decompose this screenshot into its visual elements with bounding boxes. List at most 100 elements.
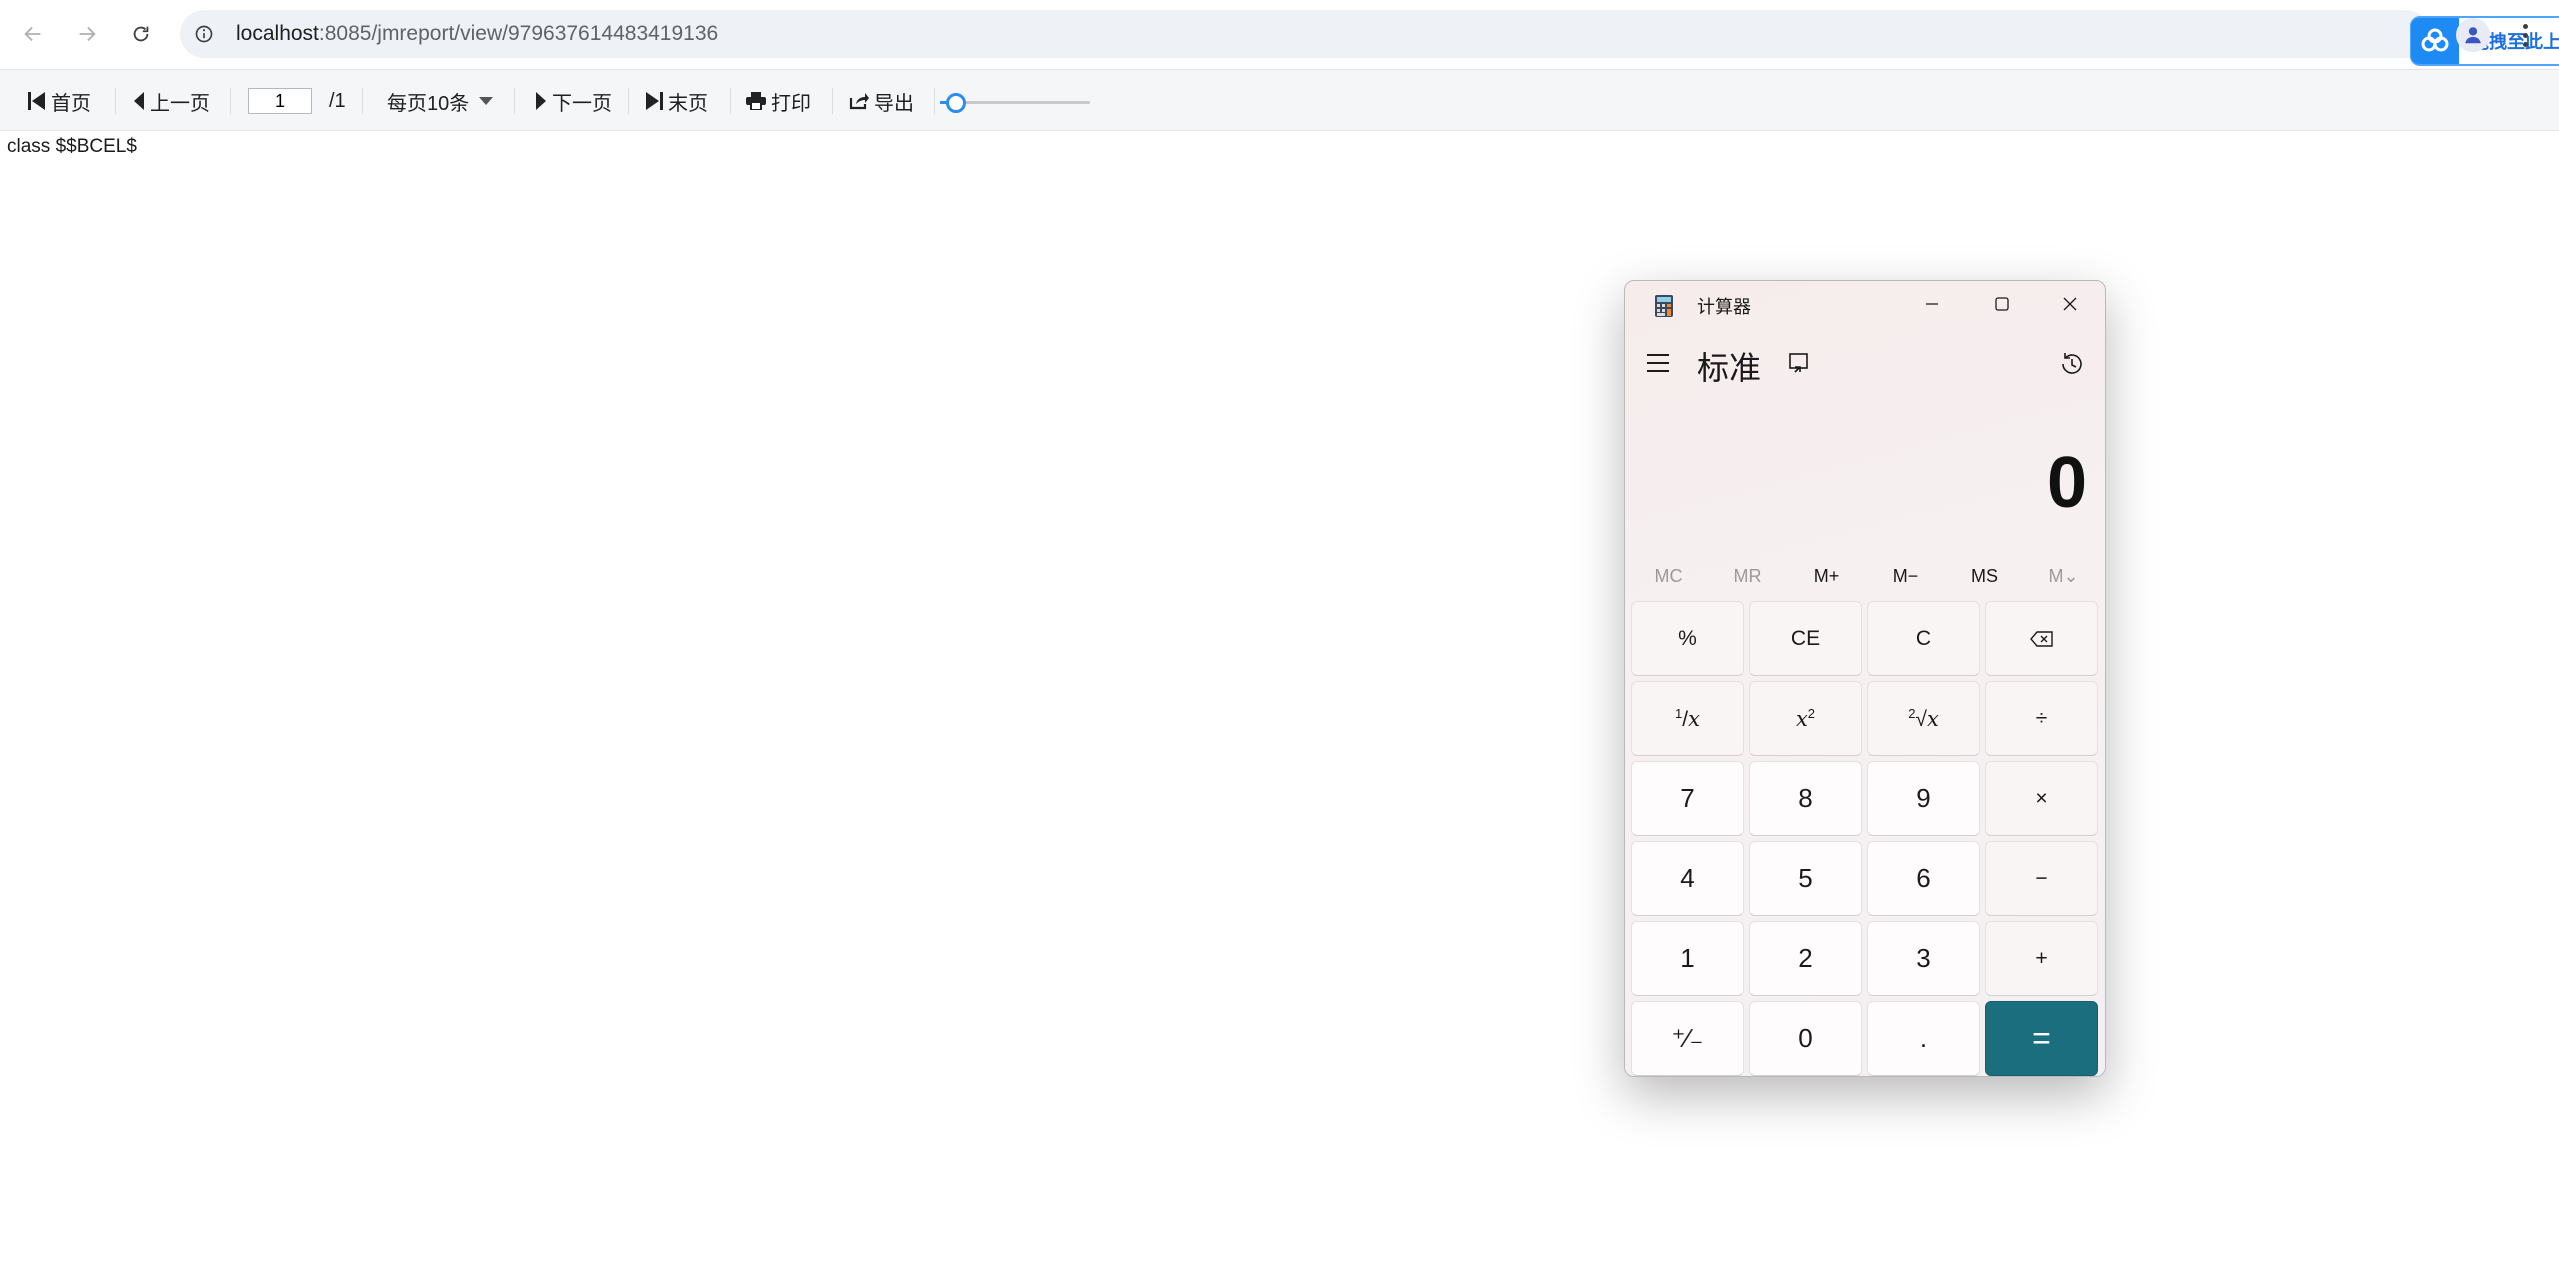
plus-key[interactable]: +	[1985, 921, 2098, 996]
page-size-dropdown[interactable]: 每页10条	[387, 86, 498, 116]
back-button[interactable]	[15, 16, 51, 52]
square-symbol: x2	[1795, 705, 1816, 731]
maximize-icon	[1995, 297, 2009, 311]
zoom-slider-handle[interactable]	[945, 93, 966, 113]
hamburger-menu-icon[interactable]	[1647, 351, 1673, 375]
url-text[interactable]: localhost:8085/jmreport/view/97963761448…	[236, 22, 718, 46]
cloud-icon	[2411, 18, 2459, 64]
negate-key[interactable]: ⁺∕₋	[1631, 1001, 1744, 1076]
reciprocal-key[interactable]: 1/x	[1631, 681, 1744, 756]
calculator-titlebar[interactable]: 计算器	[1625, 281, 2105, 327]
caret-left-icon	[133, 91, 145, 111]
page-size-label: 每页10条	[387, 92, 470, 115]
digit-8-key[interactable]: 8	[1749, 761, 1862, 836]
decimal-key[interactable]: .	[1867, 1001, 1980, 1076]
square-root-symbol: 2√x	[1908, 705, 1939, 731]
minimize-button[interactable]	[1897, 281, 1967, 327]
toolbar-divider	[934, 88, 935, 114]
export-button[interactable]: 导出	[849, 86, 914, 116]
percent-key[interactable]: %	[1631, 601, 1744, 676]
report-content-text: class $$BCEL$	[7, 136, 137, 157]
export-label: 导出	[874, 92, 914, 115]
keep-on-top-icon[interactable]	[1787, 351, 1813, 377]
calculator-app-icon	[1655, 295, 1673, 317]
reload-icon	[133, 26, 149, 42]
page-number-input[interactable]	[248, 88, 312, 114]
prev-page-button[interactable]: 上一页	[133, 86, 210, 116]
first-page-icon	[28, 91, 46, 111]
digit-9-key[interactable]: 9	[1867, 761, 1980, 836]
memory-list-button[interactable]: M⌄	[2024, 553, 2103, 599]
digit-6-key[interactable]: 6	[1867, 841, 1980, 916]
address-bar[interactable]: localhost:8085/jmreport/view/97963761448…	[180, 10, 2559, 66]
memory-store-button[interactable]: MS	[1945, 553, 2024, 599]
history-icon[interactable]	[2057, 349, 2087, 379]
maximize-button[interactable]	[1967, 281, 2037, 327]
forward-button[interactable]	[69, 16, 105, 52]
divide-key[interactable]: ÷	[1985, 681, 2098, 756]
last-page-button[interactable]: 末页	[645, 86, 708, 116]
clear-key[interactable]: C	[1867, 601, 1980, 676]
digit-7-key[interactable]: 7	[1631, 761, 1744, 836]
report-toolbar: 首页 上一页 /1 每页10条 下一页 末页 打印 导出	[0, 70, 2559, 131]
minus-key[interactable]: −	[1985, 841, 2098, 916]
profile-avatar[interactable]	[2456, 18, 2490, 52]
calculator-header: 标准	[1625, 337, 2105, 389]
equals-key[interactable]: =	[1985, 1001, 2098, 1076]
backspace-icon	[2029, 630, 2053, 647]
url-host: localhost	[236, 22, 319, 45]
toolbar-divider	[730, 88, 731, 114]
close-icon	[2063, 297, 2077, 311]
toolbar-divider	[628, 88, 629, 114]
person-icon	[2465, 27, 2481, 44]
digit-3-key[interactable]: 3	[1867, 921, 1980, 996]
arrow-left-icon	[24, 26, 41, 42]
site-info-icon[interactable]	[192, 22, 216, 46]
multiply-key[interactable]: ×	[1985, 761, 2098, 836]
last-page-icon	[645, 91, 663, 111]
digit-1-key[interactable]: 1	[1631, 921, 1744, 996]
browser-menu-icon[interactable]	[2515, 18, 2535, 52]
memory-subtract-button[interactable]: M−	[1866, 553, 1945, 599]
digit-0-key[interactable]: 0	[1749, 1001, 1862, 1076]
arrow-right-icon	[79, 26, 96, 42]
share-icon	[849, 92, 869, 110]
square-key[interactable]: x2	[1749, 681, 1862, 756]
first-page-button[interactable]: 首页	[28, 86, 91, 116]
memory-row: MC MR M+ M− MS M⌄	[1629, 553, 2103, 599]
next-page-label: 下一页	[552, 92, 612, 115]
browser-toolbar: localhost:8085/jmreport/view/97963761448…	[0, 0, 2559, 70]
minimize-icon	[1926, 303, 1938, 305]
printer-icon	[746, 92, 766, 110]
toolbar-divider	[514, 88, 515, 114]
prev-page-label: 上一页	[150, 92, 210, 115]
caret-right-icon	[535, 91, 547, 111]
toolbar-divider	[362, 88, 363, 114]
memory-recall-button[interactable]: MR	[1708, 553, 1787, 599]
page-total: /1	[329, 89, 346, 112]
backspace-key[interactable]	[1985, 601, 2098, 676]
calculator-window-title: 计算器	[1697, 297, 1751, 317]
reload-button[interactable]	[123, 16, 159, 52]
digit-5-key[interactable]: 5	[1749, 841, 1862, 916]
reciprocal-symbol: 1/x	[1675, 705, 1700, 731]
digit-4-key[interactable]: 4	[1631, 841, 1744, 916]
chevron-down-icon	[479, 97, 494, 105]
close-button[interactable]	[2035, 281, 2105, 327]
memory-clear-button[interactable]: MC	[1629, 553, 1708, 599]
print-button[interactable]: 打印	[746, 86, 811, 116]
toolbar-divider	[230, 88, 231, 114]
clear-entry-key[interactable]: CE	[1749, 601, 1862, 676]
toolbar-divider	[115, 88, 116, 114]
toolbar-divider	[832, 88, 833, 114]
print-label: 打印	[771, 92, 811, 115]
first-page-label: 首页	[51, 92, 91, 115]
digit-2-key[interactable]: 2	[1749, 921, 1862, 996]
calculator-display: 0	[2046, 443, 2087, 523]
last-page-label: 末页	[668, 92, 708, 115]
next-page-button[interactable]: 下一页	[535, 86, 612, 116]
url-path: :8085/jmreport/view/979637614483419136	[318, 22, 719, 45]
calculator-window: 计算器 标准 0 MC MR M+ M− MS M⌄ % CE C 1/x x2…	[1624, 280, 2106, 1077]
square-root-key[interactable]: 2√x	[1867, 681, 1980, 756]
memory-add-button[interactable]: M+	[1787, 553, 1866, 599]
